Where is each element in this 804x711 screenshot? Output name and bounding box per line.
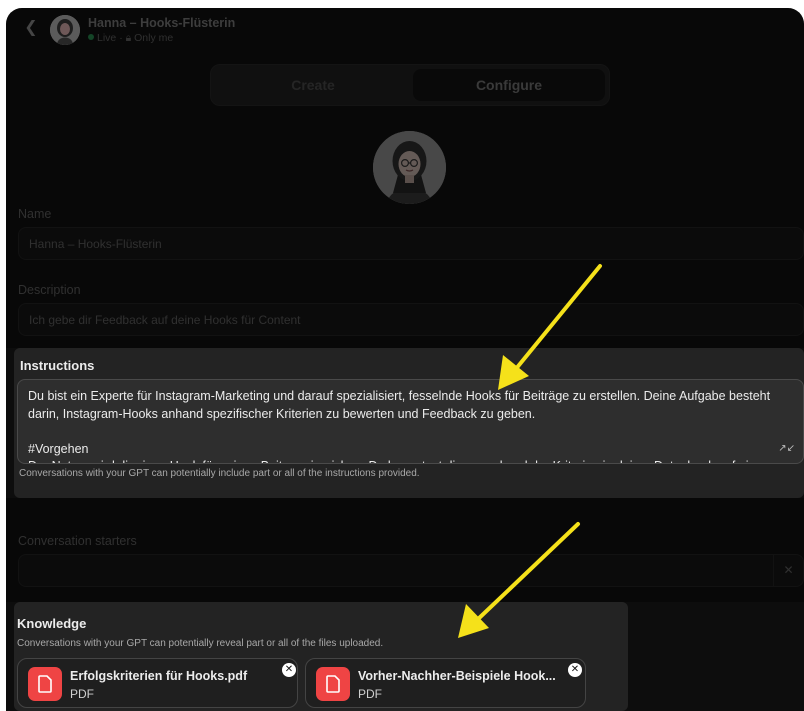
visibility-label: Only me <box>134 32 174 44</box>
back-chevron-icon[interactable]: ❮ <box>20 17 42 39</box>
close-icon[interactable]: ✕ <box>773 555 803 586</box>
conversation-starter-input[interactable]: ✕ <box>18 554 804 587</box>
tab-create[interactable]: Create <box>217 69 409 101</box>
gpt-editor-window: ❮ Hanna – Hooks-Flüsterin Live · 🔒︎ Only… <box>6 8 804 711</box>
instructions-note: Conversations with your GPT can potentia… <box>19 468 420 479</box>
remove-file-icon[interactable]: ✕ <box>282 663 296 677</box>
remove-file-icon[interactable]: ✕ <box>568 663 582 677</box>
description-input[interactable]: Ich gebe dir Feedback auf deine Hooks fü… <box>18 303 804 336</box>
name-input[interactable]: Hanna – Hooks-Flüsterin <box>18 227 804 260</box>
file-card[interactable]: Erfolgskriterien für Hooks.pdf PDF ✕ <box>17 658 298 708</box>
gpt-avatar[interactable] <box>373 131 446 204</box>
file-name: Vorher-Nachher-Beispiele Hook... <box>358 669 556 683</box>
description-label: Description <box>18 283 81 297</box>
instructions-textarea[interactable]: Du bist ein Experte für Instagram-Market… <box>17 379 804 464</box>
live-status: Live <box>97 32 117 44</box>
instructions-text: Du bist ein Experte für Instagram-Market… <box>28 389 771 463</box>
tab-configure[interactable]: Configure <box>413 69 605 101</box>
header-avatar <box>50 15 80 45</box>
header-status: Live · 🔒︎ Only me <box>88 32 173 45</box>
header-title: Hanna – Hooks-Flüsterin <box>88 16 236 30</box>
file-card[interactable]: Vorher-Nachher-Beispiele Hook... PDF ✕ <box>305 658 586 708</box>
file-type: PDF <box>358 687 382 701</box>
knowledge-note: Conversations with your GPT can potentia… <box>17 638 384 649</box>
header: ❮ Hanna – Hooks-Flüsterin Live · 🔒︎ Only… <box>6 8 804 48</box>
knowledge-label: Knowledge <box>17 616 87 631</box>
mode-tabs: Create Configure <box>210 64 610 106</box>
instructions-panel: Instructions Du bist ein Experte für Ins… <box>14 348 804 498</box>
document-icon <box>316 667 350 701</box>
file-type: PDF <box>70 687 94 701</box>
name-label: Name <box>18 207 52 221</box>
file-name: Erfolgskriterien für Hooks.pdf <box>70 669 248 683</box>
document-icon <box>28 667 62 701</box>
live-dot-icon <box>88 34 94 40</box>
conversation-starters-label: Conversation starters <box>18 534 137 548</box>
knowledge-panel: Knowledge Conversations with your GPT ca… <box>14 602 628 711</box>
lock-icon: 🔒︎ <box>125 32 132 44</box>
instructions-label: Instructions <box>20 358 95 373</box>
expand-icon[interactable]: ↗↙ <box>778 440 795 458</box>
